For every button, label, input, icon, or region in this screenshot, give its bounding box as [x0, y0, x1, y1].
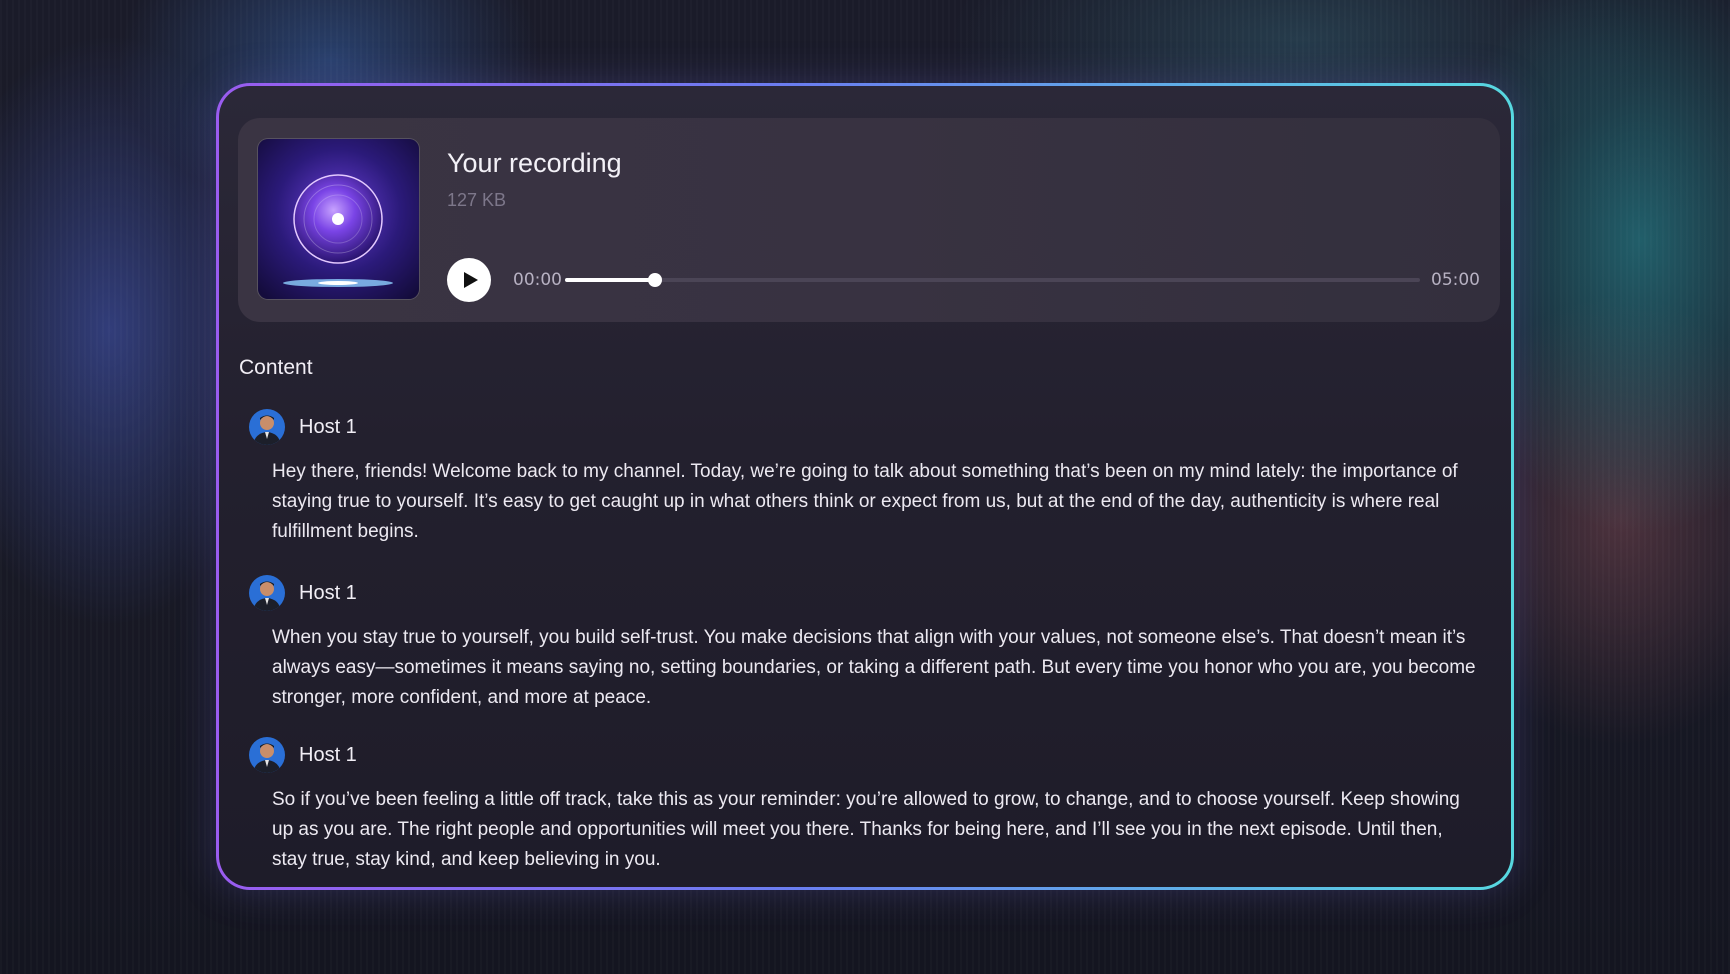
duration-time: 05:00	[1431, 270, 1480, 290]
speaker-row: Host 1	[249, 575, 1479, 611]
vinyl-soundwave-art-icon	[258, 139, 419, 299]
transcript-text: So if you’ve been feeling a little off t…	[272, 789, 1460, 870]
speaker-name: Host 1	[299, 415, 357, 438]
play-icon	[463, 272, 478, 288]
speaker-name: Host 1	[299, 743, 357, 766]
recording-card: Your recording 127 KB 00:00 05:00 Conten…	[216, 83, 1514, 890]
file-size: 127 KB	[447, 190, 507, 210]
transcript-entry: Host 1 Hey there, friends! Welcome back …	[249, 409, 1479, 547]
host-avatar-icon	[249, 575, 285, 611]
host-avatar-icon	[249, 737, 285, 773]
transcript-entry: Host 1 So if you’ve been feeling a littl…	[249, 737, 1479, 875]
avatar	[249, 575, 285, 611]
progress-fill	[565, 278, 655, 282]
transcript-text: When you stay true to yourself, you buil…	[272, 627, 1476, 708]
audio-player: Your recording 127 KB 00:00 05:00	[238, 118, 1500, 322]
play-button[interactable]	[447, 258, 491, 302]
speaker-row: Host 1	[249, 409, 1479, 445]
avatar	[249, 409, 285, 445]
content-heading: Content	[239, 356, 313, 379]
transcript-entry: Host 1 When you stay true to yourself, y…	[249, 575, 1479, 713]
recording-title: Your recording	[447, 148, 622, 178]
host-avatar-icon	[249, 409, 285, 445]
progress-slider[interactable]	[565, 273, 1420, 287]
avatar	[249, 737, 285, 773]
cover-art	[258, 139, 419, 299]
speaker-name: Host 1	[299, 581, 357, 604]
speaker-row: Host 1	[249, 737, 1479, 773]
current-time: 00:00	[513, 270, 562, 290]
progress-handle[interactable]	[647, 273, 662, 287]
transcript-text: Hey there, friends! Welcome back to my c…	[272, 461, 1458, 542]
